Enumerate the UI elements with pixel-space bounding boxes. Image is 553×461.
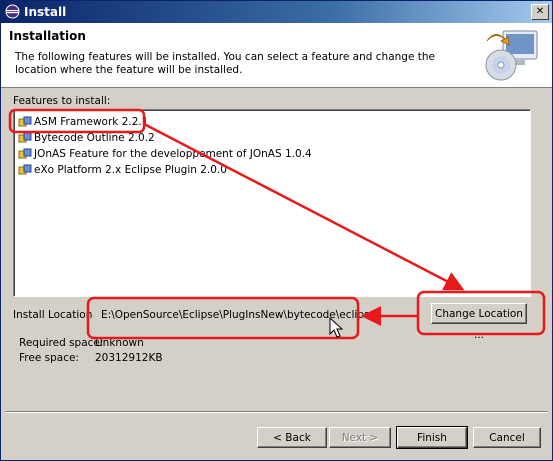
close-button[interactable]: ✕ xyxy=(531,4,549,20)
feature-label: Bytecode Outline 2.0.2 xyxy=(34,132,155,144)
next-button[interactable]: Next > xyxy=(329,427,391,448)
free-space-label: Free space: xyxy=(19,352,79,364)
finish-button[interactable]: Finish xyxy=(396,426,468,449)
window-title: Install xyxy=(24,5,67,19)
page-heading: Installation xyxy=(9,29,86,43)
install-location-value: E:\OpenSource\Eclipse\PlugInsNew\bytecod… xyxy=(101,309,376,321)
required-space-label: Required space: xyxy=(19,337,104,349)
wizard-header: Installation The following features will… xyxy=(1,23,552,88)
required-space-value: Unknown xyxy=(95,337,144,349)
feature-label: eXo Platform 2.x Eclipse Plugin 2.0.0 xyxy=(34,164,227,176)
feature-list[interactable]: ASM Framework 2.2.1 Bytecode Outline 2.0… xyxy=(13,109,531,297)
cancel-button[interactable]: Cancel xyxy=(473,427,541,448)
page-description: The following features will be installed… xyxy=(15,51,435,76)
feature-plug-icon xyxy=(18,148,32,159)
feature-plug-icon xyxy=(18,116,32,127)
feature-plug-icon xyxy=(18,164,32,175)
feature-plug-icon xyxy=(18,132,32,143)
button-bar-separator xyxy=(5,411,548,413)
install-dialog: Install ✕ Installation The following fea… xyxy=(0,0,553,461)
install-cd-icon xyxy=(485,30,538,81)
title-bar[interactable]: Install ✕ xyxy=(1,1,552,23)
eclipse-icon xyxy=(5,4,20,19)
feature-label: ASM Framework 2.2.1 xyxy=(34,116,149,128)
features-label: Features to install: xyxy=(13,95,111,107)
install-location-label: Install Location xyxy=(13,309,93,321)
change-location-button[interactable]: Change Location ... xyxy=(431,303,527,341)
feature-label: JOnAS Feature for the developpement of J… xyxy=(34,148,312,160)
free-space-value: 20312912KB xyxy=(95,352,163,364)
back-button[interactable]: < Back xyxy=(257,427,327,448)
